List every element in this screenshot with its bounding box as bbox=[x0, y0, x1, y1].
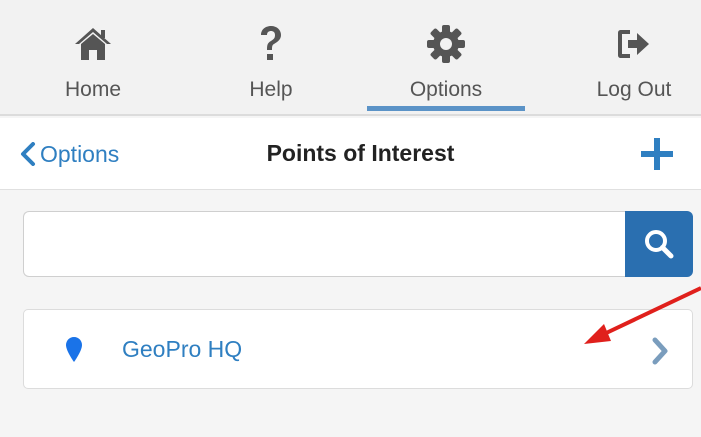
nav-help-label: Help bbox=[249, 78, 293, 101]
nav-home-label: Home bbox=[64, 78, 122, 101]
search-icon bbox=[645, 230, 674, 259]
chevron-right-icon bbox=[652, 337, 668, 365]
search-button[interactable] bbox=[625, 211, 693, 277]
nav-options[interactable]: Options bbox=[371, 0, 521, 114]
top-navigation: Home Help Options Log Out bbox=[0, 0, 701, 116]
search-input[interactable] bbox=[23, 211, 629, 277]
gear-icon bbox=[371, 22, 521, 66]
subheader: Options Points of Interest bbox=[0, 118, 701, 190]
poi-name: GeoPro HQ bbox=[122, 336, 243, 362]
nav-home[interactable]: Home bbox=[18, 0, 168, 114]
nav-logout-label: Log Out bbox=[596, 78, 672, 101]
page-title: Points of Interest bbox=[266, 140, 455, 166]
add-button[interactable] bbox=[637, 134, 677, 174]
search-bar bbox=[23, 211, 693, 277]
nav-help[interactable]: Help bbox=[196, 0, 346, 114]
logout-icon bbox=[559, 22, 701, 66]
nav-logout[interactable]: Log Out bbox=[559, 0, 701, 114]
plus-icon bbox=[641, 138, 673, 170]
nav-options-label: Options bbox=[409, 78, 483, 101]
home-icon bbox=[18, 22, 168, 66]
question-icon bbox=[196, 22, 346, 66]
main-content: GeoPro HQ bbox=[0, 191, 701, 437]
poi-list-item[interactable]: GeoPro HQ bbox=[23, 309, 693, 389]
map-pin-icon bbox=[66, 337, 82, 362]
active-tab-indicator bbox=[367, 106, 525, 111]
